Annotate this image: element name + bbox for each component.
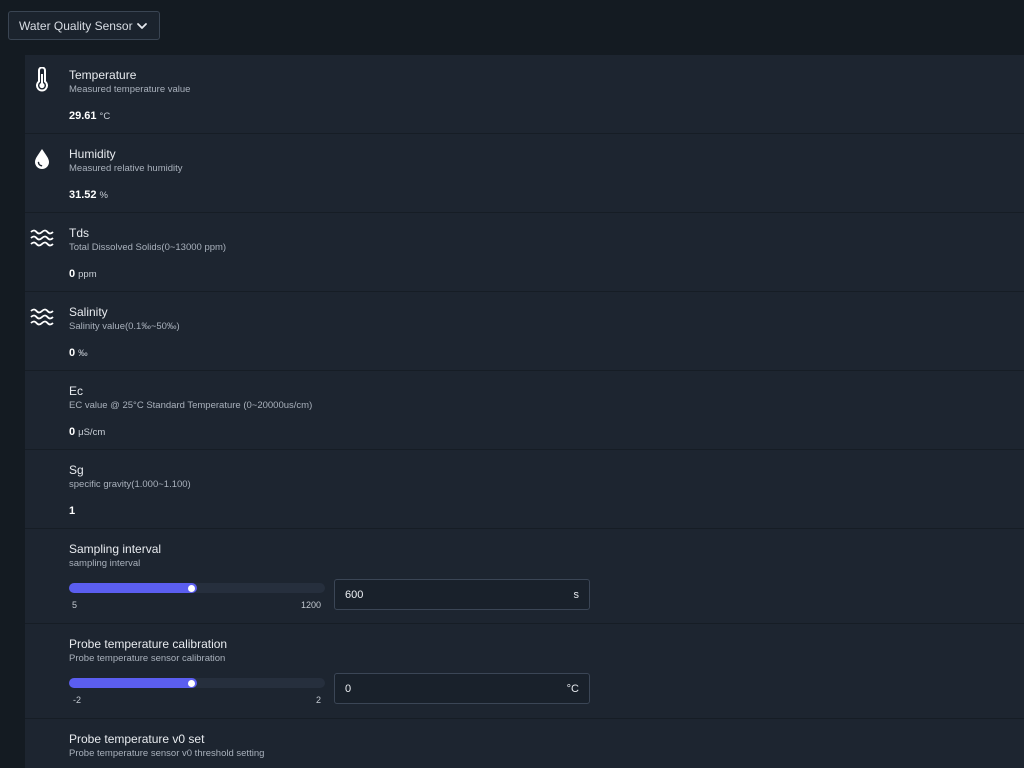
sensor-unit: ‰ (78, 348, 88, 359)
input-unit: °C (566, 683, 579, 695)
probe-calibration-slider[interactable] (69, 678, 325, 688)
sensor-value: 1 (69, 505, 75, 517)
sensor-title: Salinity (69, 305, 108, 319)
sensor-unit: μS/cm (78, 427, 106, 438)
input-unit: s (573, 589, 580, 601)
slider-max-label: 1200 (301, 600, 322, 610)
probe-calibration-input[interactable]: 0 °C (334, 673, 590, 704)
setting-row-probe-temperature-v0: Probe temperature v0 set Probe temperatu… (25, 719, 1024, 768)
sensor-description: Measured relative humidity (69, 163, 183, 174)
sensor-value-number: 29.61 (69, 110, 97, 122)
sensor-title: Temperature (69, 68, 137, 82)
slider-min-label: 5 (72, 600, 78, 610)
sensor-row-sg: Sg specific gravity(1.000~1.100) 1 (25, 450, 1024, 529)
sensor-value: 29.61 °C (69, 110, 110, 122)
sensor-row-humidity: Humidity Measured relative humidity 31.5… (25, 134, 1024, 213)
waves-icon (30, 229, 54, 247)
setting-title: Sampling interval (69, 542, 162, 556)
sensor-row-salinity: Salinity Salinity value(0.1‰~50‰) 0 ‰ (25, 292, 1024, 371)
sensor-title: Ec (69, 384, 84, 398)
sensor-unit: °C (99, 111, 111, 122)
sampling-interval-slider[interactable] (69, 583, 325, 593)
top-bar: Water Quality Sensor (0, 0, 1024, 54)
sensor-value: 0 ppm (69, 268, 97, 280)
slider-max-label: 2 (316, 695, 322, 705)
sensor-title: Tds (69, 226, 90, 240)
input-value: 600 (345, 589, 364, 601)
sensor-description: Total Dissolved Solids(0~13000 ppm) (69, 242, 227, 253)
sensor-title: Sg (69, 463, 84, 477)
sensor-row-tds: Tds Total Dissolved Solids(0~13000 ppm) … (25, 213, 1024, 292)
sensor-unit: % (99, 190, 108, 201)
device-select-dropdown[interactable]: Water Quality Sensor (8, 11, 160, 40)
slider-fill (69, 583, 197, 593)
setting-description: Probe temperature sensor v0 threshold se… (69, 748, 265, 759)
slider-min-label: -2 (73, 695, 82, 705)
sensor-description: specific gravity(1.000~1.100) (69, 479, 191, 490)
sensor-description: EC value @ 25°C Standard Temperature (0~… (69, 400, 313, 411)
sampling-interval-input[interactable]: 600 s (334, 579, 590, 610)
chevron-down-icon (137, 23, 147, 29)
sensor-row-ec: Ec EC value @ 25°C Standard Temperature … (25, 371, 1024, 450)
setting-description: Probe temperature sensor calibration (69, 653, 226, 664)
water-drop-icon (35, 149, 49, 169)
slider-fill (69, 678, 197, 688)
sensor-value-number: 1 (69, 505, 76, 517)
waves-icon (30, 308, 54, 326)
sensor-value-number: 0 (69, 268, 76, 280)
setting-title: Probe temperature calibration (69, 637, 228, 651)
sensor-value: 0 ‰ (69, 347, 88, 359)
setting-row-sampling-interval: Sampling interval sampling interval 5 12… (25, 529, 1024, 624)
sensor-title: Humidity (69, 147, 116, 161)
setting-description: sampling interval (69, 558, 141, 569)
sensor-value-number: 31.52 (69, 189, 97, 201)
sensor-value: 0 μS/cm (69, 426, 105, 438)
input-value: 0 (345, 683, 352, 695)
sensor-value-number: 0 (69, 426, 76, 438)
sensor-description: Measured temperature value (69, 84, 191, 95)
device-select-label: Water Quality Sensor (19, 18, 133, 33)
thermometer-icon (36, 67, 48, 92)
sensor-description: Salinity value(0.1‰~50‰) (69, 321, 180, 332)
sensor-value-number: 0 (69, 347, 76, 359)
sensor-unit: ppm (78, 269, 97, 280)
slider-thumb[interactable] (188, 584, 195, 592)
setting-title: Probe temperature v0 set (69, 732, 205, 746)
setting-row-probe-temperature-calibration: Probe temperature calibration Probe temp… (25, 624, 1024, 719)
entity-list: Temperature Measured temperature value 2… (25, 55, 1024, 768)
slider-thumb[interactable] (188, 679, 195, 687)
sensor-value: 31.52% (69, 189, 108, 201)
sensor-row-temperature: Temperature Measured temperature value 2… (25, 55, 1024, 134)
